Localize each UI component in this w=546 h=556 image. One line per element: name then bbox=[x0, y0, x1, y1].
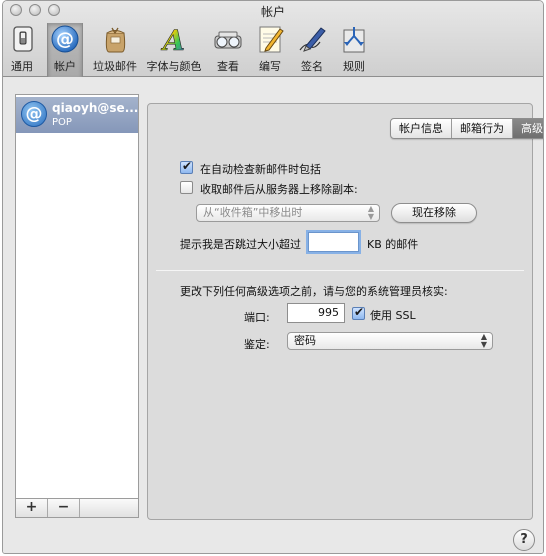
remove-copy-checkbox[interactable] bbox=[180, 181, 193, 194]
remove-when-popup[interactable]: 从“收件箱”中移出时 ▲ ▼ bbox=[196, 204, 380, 222]
switch-icon bbox=[7, 24, 39, 54]
tab-bar: 帐户信息 邮箱行为 高级 bbox=[390, 118, 543, 139]
at-sign-icon: @ bbox=[21, 101, 47, 127]
account-settings-panel: 帐户信息 邮箱行为 高级 在自动检查新邮件时包括 收取邮件后从服务器上移除副本:… bbox=[147, 103, 543, 520]
toolbar-fonts-colors[interactable]: A 字体与颜色 bbox=[145, 24, 203, 76]
toolbar-rules[interactable]: 规则 bbox=[337, 24, 371, 76]
toolbar-composing[interactable]: 编写 bbox=[253, 24, 287, 76]
pen-icon bbox=[296, 24, 328, 54]
admin-note: 更改下列任何高级选项之前，请与您的系统管理员核实: bbox=[180, 285, 448, 298]
toolbar-label: 编写 bbox=[259, 60, 281, 73]
authentication-value: 密码 bbox=[294, 334, 316, 347]
toolbar-label: 帐户 bbox=[54, 60, 76, 73]
rules-arrows-icon bbox=[338, 24, 370, 54]
port-field[interactable]: 995 bbox=[287, 303, 345, 323]
glasses-icon bbox=[212, 24, 244, 54]
tab-account-info[interactable]: 帐户信息 bbox=[391, 119, 452, 138]
remove-account-button[interactable]: − bbox=[48, 499, 80, 517]
account-list: @ qiaoyh@se... POP bbox=[15, 94, 139, 499]
account-name: qiaoyh@se... bbox=[52, 101, 139, 115]
add-account-button[interactable]: + bbox=[16, 499, 48, 517]
divider bbox=[156, 270, 524, 271]
message-size-field[interactable] bbox=[308, 232, 359, 252]
use-ssl-label: 使用 SSL bbox=[370, 309, 416, 322]
authentication-popup[interactable]: 密码 ▲ ▼ bbox=[287, 332, 493, 350]
account-row[interactable]: @ qiaoyh@se... POP bbox=[16, 97, 138, 133]
popup-arrows-icon: ▲ ▼ bbox=[480, 332, 487, 349]
account-list-toolbar: + − bbox=[15, 498, 139, 518]
toolbar-label: 通用 bbox=[11, 60, 33, 73]
toolbar-signatures[interactable]: 签名 bbox=[295, 24, 329, 76]
use-ssl-checkbox[interactable] bbox=[352, 305, 365, 320]
preferences-window: 帐户 通用 @ 帐户 垃圾邮件 A 字体与颜色 查看 编写 签名 规则 @ qi… bbox=[2, 0, 544, 554]
remove-when-value: 从“收件箱”中移出时 bbox=[203, 206, 303, 219]
remove-copy-label: 收取邮件后从服务器上移除副本: bbox=[200, 183, 358, 196]
window-title: 帐户 bbox=[260, 5, 285, 19]
content-area: @ qiaoyh@se... POP + − 帐户信息 邮箱行为 高级 在自动检… bbox=[3, 78, 543, 553]
remove-now-button[interactable]: 现在移除 bbox=[391, 203, 477, 223]
font-a-icon: A bbox=[158, 24, 190, 58]
title-toolbar: 帐户 通用 @ 帐户 垃圾邮件 A 字体与颜色 查看 编写 签名 规则 bbox=[3, 1, 543, 77]
include-auto-check-checkbox[interactable] bbox=[180, 159, 193, 174]
at-sign-icon: @ bbox=[49, 24, 81, 54]
notepad-pencil-icon bbox=[254, 24, 286, 54]
toolbar-label: 规则 bbox=[343, 60, 365, 73]
toolbar-label: 垃圾邮件 bbox=[93, 60, 137, 73]
toolbar-junk-mail[interactable]: 垃圾邮件 bbox=[91, 24, 139, 76]
authentication-label: 鉴定: bbox=[244, 338, 270, 351]
toolbar-general[interactable]: 通用 bbox=[7, 24, 37, 76]
size-prompt-label: 提示我是否跳过大小超过 bbox=[180, 238, 301, 251]
popup-arrows-icon: ▲ ▼ bbox=[367, 204, 374, 221]
account-type: POP bbox=[52, 117, 72, 128]
toolbar-accounts[interactable]: @ 帐户 bbox=[47, 23, 83, 77]
help-button[interactable]: ? bbox=[513, 529, 535, 551]
svg-text:A: A bbox=[160, 24, 185, 54]
tab-advanced[interactable]: 高级 bbox=[513, 119, 543, 138]
toolbar-label: 签名 bbox=[301, 60, 323, 73]
junk-bag-icon bbox=[99, 24, 131, 54]
tab-mailbox-behaviors[interactable]: 邮箱行为 bbox=[452, 119, 513, 138]
size-unit-label: KB 的邮件 bbox=[367, 238, 419, 251]
toolbar-label: 字体与颜色 bbox=[146, 60, 202, 73]
toolbar-label: 查看 bbox=[217, 60, 239, 73]
port-label: 端口: bbox=[244, 311, 270, 324]
toolbar-viewing[interactable]: 查看 bbox=[211, 24, 245, 76]
svg-text:@: @ bbox=[56, 29, 74, 50]
include-auto-check-label: 在自动检查新邮件时包括 bbox=[200, 163, 321, 176]
